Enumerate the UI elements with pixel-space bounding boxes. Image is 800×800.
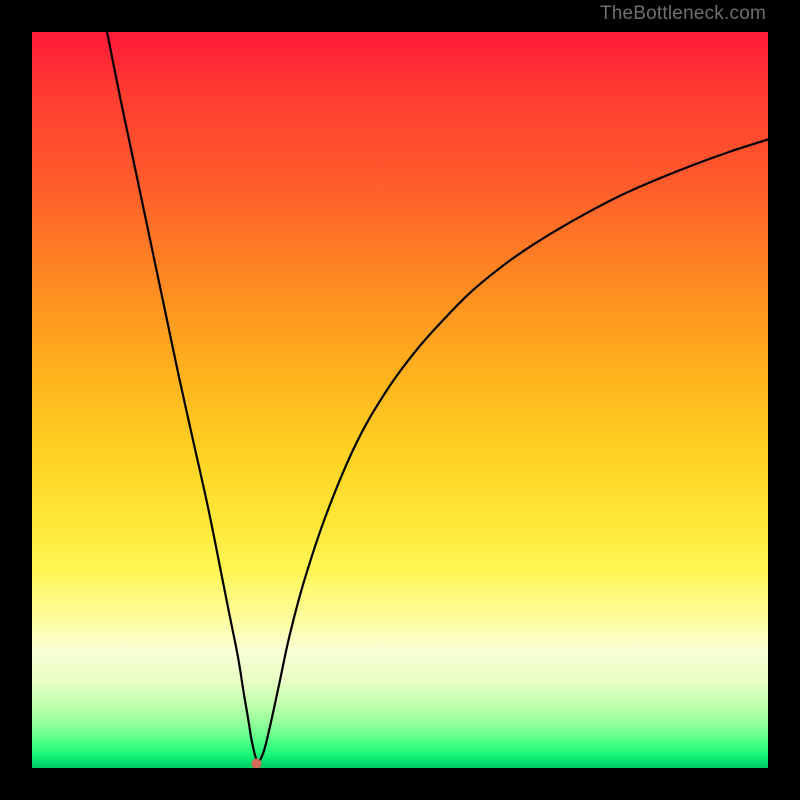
chart-stage: TheBottleneck.com [0,0,800,800]
watermark-text: TheBottleneck.com [600,3,766,25]
curve-svg [32,32,768,768]
bottleneck-curve [107,32,768,761]
plot-area [32,32,768,768]
